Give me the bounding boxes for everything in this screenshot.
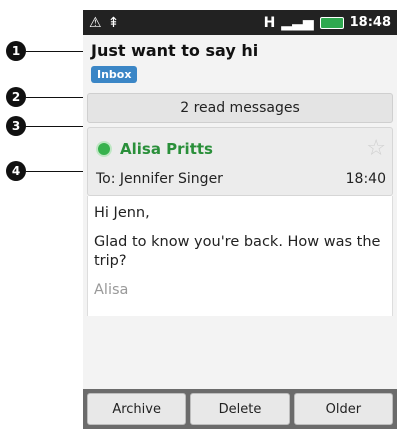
- subject-area: Just want to say hi Inbox: [83, 35, 397, 87]
- body-text: Glad to know you're back. How was the tr…: [94, 234, 381, 269]
- read-messages-bar[interactable]: 2 read messages: [87, 93, 393, 123]
- signature: Alisa: [94, 282, 129, 298]
- delete-button[interactable]: Delete: [190, 393, 290, 425]
- recipient: To: Jennifer Singer: [96, 171, 223, 187]
- usb-icon: ⇞: [107, 14, 120, 31]
- callout-line-3: [26, 126, 88, 127]
- body-greeting: Hi Jenn,: [94, 205, 150, 221]
- action-bar: Archive Delete Older: [83, 389, 397, 429]
- callout-1: 1: [6, 41, 26, 61]
- status-time: 18:48: [349, 15, 391, 30]
- phone-screen: ⚠ ⇞ H ▂▃▅ 18:48 Just want to say hi Inbo…: [83, 10, 397, 429]
- inbox-label[interactable]: Inbox: [91, 66, 138, 83]
- recipient-row: To: Jennifer Singer 18:40: [96, 171, 386, 187]
- callout-4: 4: [6, 161, 26, 181]
- data-transfer-icon: H: [263, 14, 276, 31]
- callout-3: 3: [6, 116, 26, 136]
- archive-button[interactable]: Archive: [87, 393, 187, 425]
- star-icon[interactable]: ☆: [366, 136, 386, 161]
- message-time: 18:40: [345, 171, 386, 187]
- status-bar: ⚠ ⇞ H ▂▃▅ 18:48: [83, 10, 397, 35]
- signal-icon: ▂▃▅: [281, 14, 314, 31]
- warning-icon: ⚠: [89, 14, 102, 31]
- callout-line-1: [26, 51, 88, 52]
- battery-icon: [319, 16, 344, 29]
- sender-name[interactable]: Alisa Pritts: [120, 140, 213, 158]
- callout-2: 2: [6, 87, 26, 107]
- online-status-icon: [96, 140, 112, 157]
- email-subject: Just want to say hi: [91, 41, 259, 60]
- older-button[interactable]: Older: [293, 393, 393, 425]
- message-header: Alisa Pritts ☆ To: Jennifer Singer 18:40: [87, 127, 393, 196]
- message-body: Hi Jenn, Glad to know you're back. How w…: [87, 196, 393, 316]
- sender-row: Alisa Pritts ☆: [96, 136, 386, 161]
